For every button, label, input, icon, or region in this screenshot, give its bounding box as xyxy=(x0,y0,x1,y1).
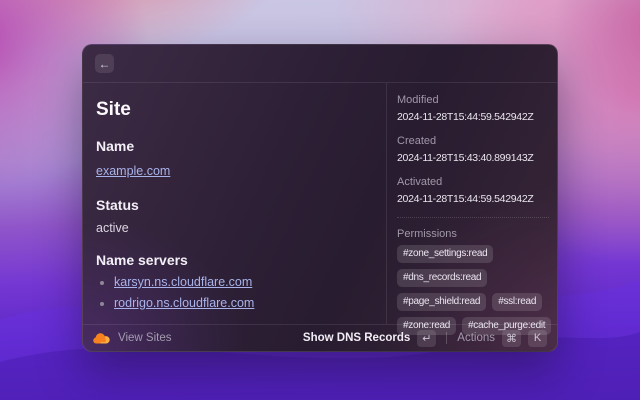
permission-tag: #zone_settings:read xyxy=(397,245,493,263)
page-title: Site xyxy=(96,99,372,121)
site-name-link[interactable]: example.com xyxy=(96,164,170,178)
status-value: active xyxy=(96,221,372,235)
back-arrow-icon: ← xyxy=(99,57,111,71)
activated-value: 2024-11-28T15:44:59.542942Z xyxy=(397,193,553,205)
created-label: Created xyxy=(397,135,553,147)
show-dns-records-button[interactable]: Show DNS Records xyxy=(303,332,410,344)
nameserver-link[interactable]: karsyn.ns.cloudflare.com xyxy=(114,275,252,289)
cloudflare-icon xyxy=(93,333,110,344)
metadata-divider xyxy=(397,217,549,218)
footer-divider xyxy=(446,332,447,344)
list-item: karsyn.ns.cloudflare.com xyxy=(114,275,372,289)
permissions-label: Permissions xyxy=(397,228,553,240)
status-heading: Status xyxy=(96,197,372,213)
permission-tag: #dns_records:read xyxy=(397,269,487,287)
actions-button[interactable]: Actions xyxy=(457,332,495,344)
permission-tag: #ssl:read xyxy=(492,293,542,311)
activated-label: Activated xyxy=(397,176,553,188)
permission-tag: #page_shield:read xyxy=(397,293,486,311)
modified-label: Modified xyxy=(397,94,553,106)
permissions-tag-list: #zone_settings:read #dns_records:read #p… xyxy=(397,245,553,335)
app-name-label: View Sites xyxy=(118,332,171,344)
list-item: rodrigo.ns.cloudflare.com xyxy=(114,296,372,310)
site-detail-panel: Site Name example.com Status active Name… xyxy=(83,83,386,324)
created-value: 2024-11-28T15:43:40.899143Z xyxy=(397,152,553,164)
app-window: ← Site Name example.com Status active Na… xyxy=(82,44,558,352)
window-header: ← xyxy=(83,45,557,83)
nameserver-link[interactable]: rodrigo.ns.cloudflare.com xyxy=(114,296,254,310)
back-button[interactable]: ← xyxy=(95,54,114,73)
action-bar: View Sites Show DNS Records ↵ Actions ⌘ … xyxy=(83,324,557,351)
nameserver-list: karsyn.ns.cloudflare.com rodrigo.ns.clou… xyxy=(114,275,372,310)
enter-key-icon: ↵ xyxy=(417,330,436,347)
command-key-icon: ⌘ xyxy=(502,330,521,347)
name-heading: Name xyxy=(96,138,372,154)
modified-value: 2024-11-28T15:44:59.542942Z xyxy=(397,111,553,123)
metadata-panel: Modified 2024-11-28T15:44:59.542942Z Cre… xyxy=(386,83,557,324)
nameservers-heading: Name servers xyxy=(96,252,372,268)
k-key-icon: K xyxy=(528,330,547,347)
